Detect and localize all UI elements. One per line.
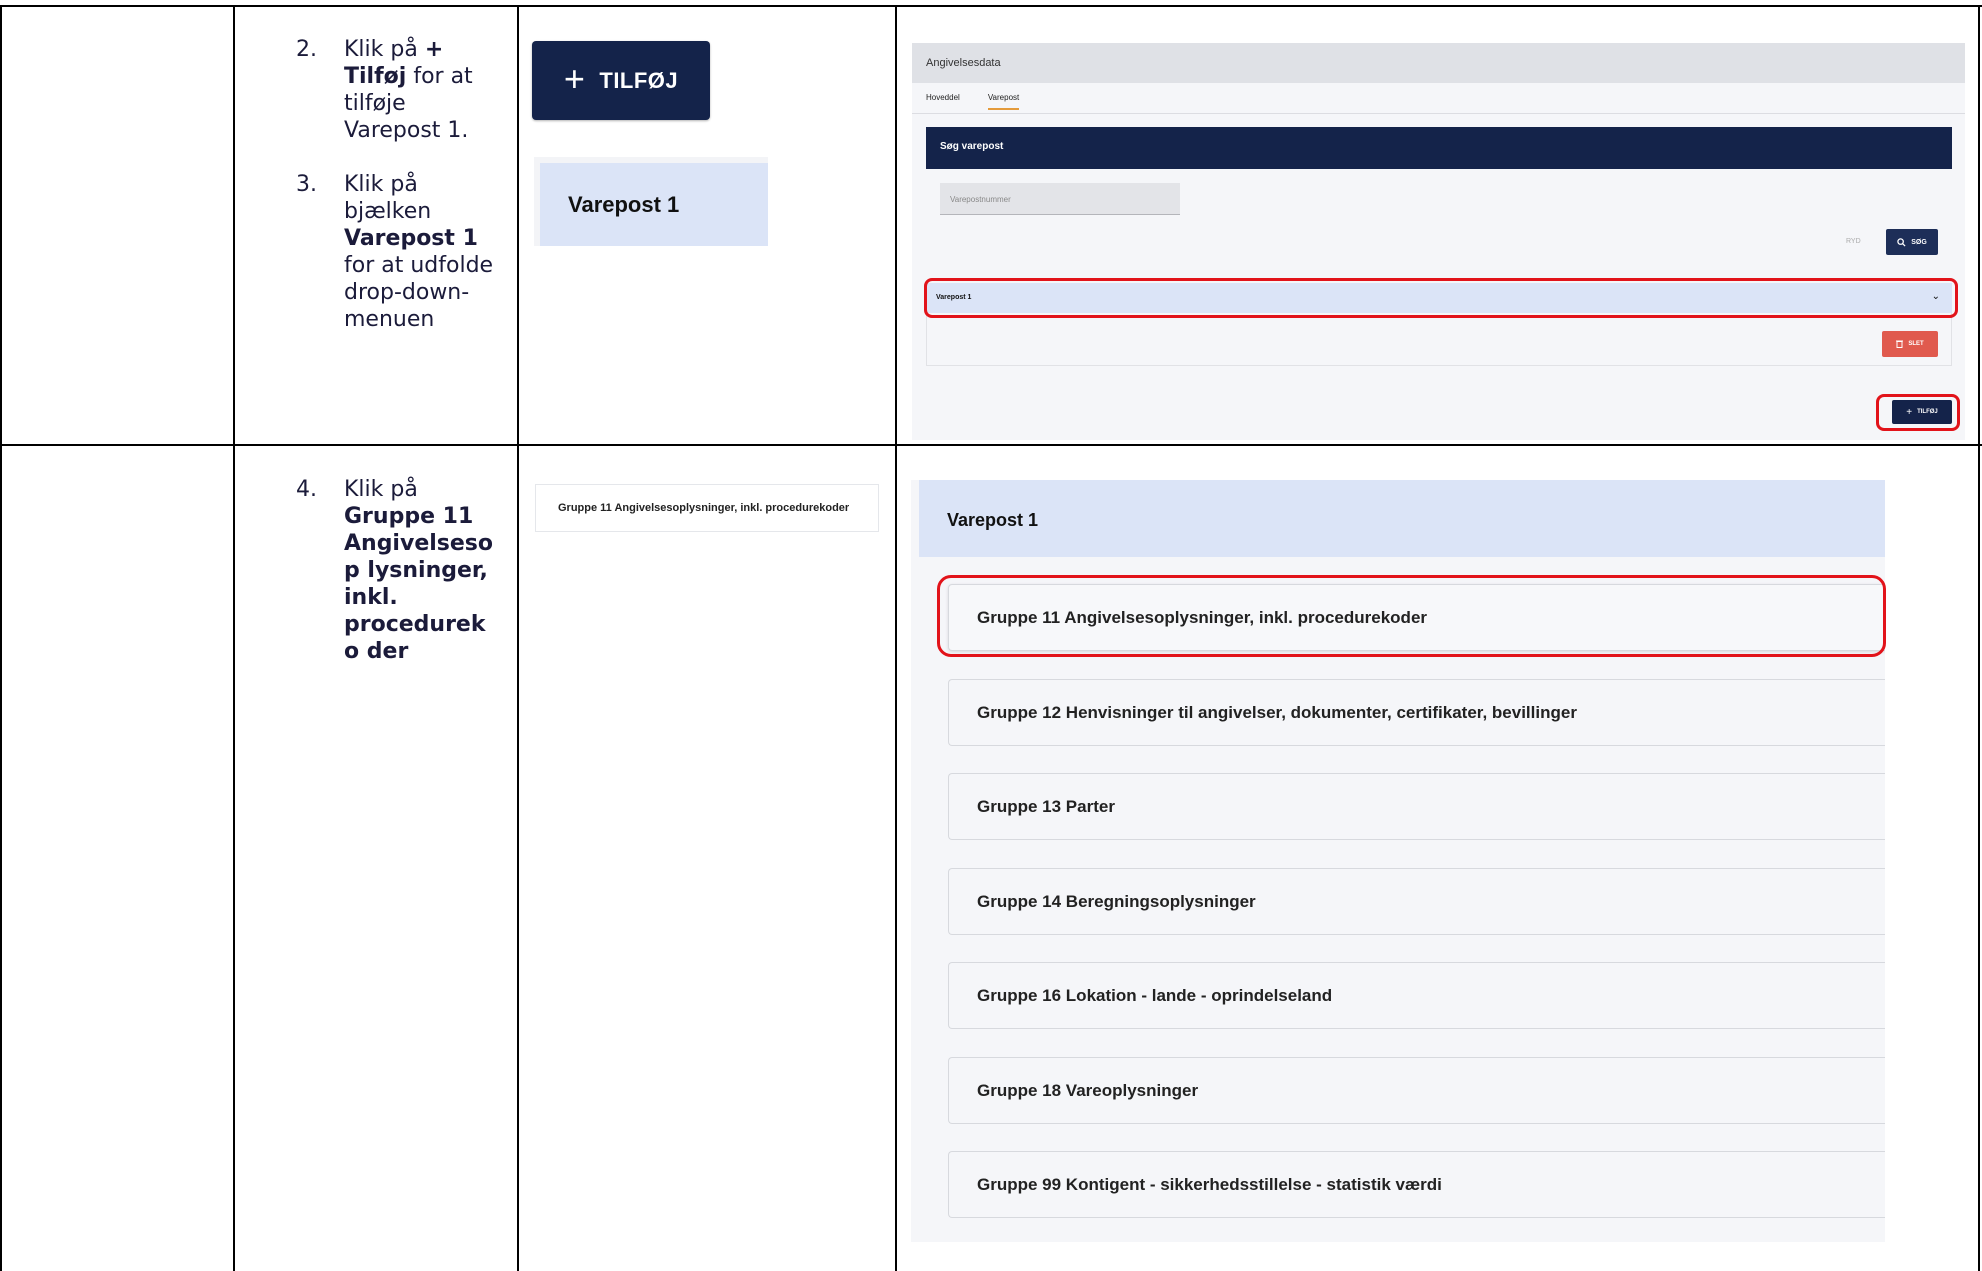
slet-label: SLET [1908, 341, 1924, 347]
group-item-99[interactable]: Gruppe 99 Kontigent - sikkerhedsstillels… [948, 1151, 1885, 1218]
steps-row-1: 2. Klik på + Tilføj for at tilføje Varep… [296, 36, 494, 360]
table-col-divider-3 [895, 5, 897, 1271]
step-number: 4. [296, 477, 317, 502]
ryd-button[interactable]: RYD [1846, 238, 1861, 245]
step-text-bold: Varepost 1 [344, 226, 478, 251]
search-icon [1897, 237, 1906, 247]
varepost-1-header[interactable]: Varepost 1 [919, 480, 1885, 557]
sog-button[interactable]: SØG [1886, 229, 1938, 255]
step-text-post: for at udfolde drop-down-menuen [344, 253, 494, 332]
step-text: Klik på bjælken Varepost 1 for at udfold… [344, 171, 494, 333]
varepost-1-body [926, 313, 1952, 366]
group-item-14[interactable]: Gruppe 14 Beregningsoplysninger [948, 868, 1885, 935]
steps-row-2: 4. Klik på Gruppe 11 Angivelsesop lysnin… [296, 476, 494, 692]
search-section-header: Søg varepost [926, 127, 1952, 169]
table-col-divider-2 [517, 5, 519, 1271]
tab-hoveddel[interactable]: Hoveddel [926, 93, 960, 110]
step-text-bold: Gruppe 11 Angivelsesop lysninger, inkl. … [344, 504, 494, 664]
step-4: 4. Klik på Gruppe 11 Angivelsesop lysnin… [296, 476, 494, 665]
step-3: 3. Klik på bjælken Varepost 1 for at udf… [296, 171, 494, 333]
group-item-13[interactable]: Gruppe 13 Parter [948, 773, 1885, 840]
plus-icon: + [563, 57, 586, 99]
group-item-18[interactable]: Gruppe 18 Vareoplysninger [948, 1057, 1885, 1124]
page-title: Angivelsesdata [912, 43, 1965, 83]
tilfoj-button-snippet[interactable]: + TILFØJ [532, 41, 710, 120]
varepost-bar-snippet[interactable]: Varepost 1 [534, 157, 768, 246]
step-number: 3. [296, 172, 317, 197]
step-text-pre: Klik på [344, 477, 418, 502]
table-col-divider-1 [233, 5, 235, 1271]
table-row-divider [0, 444, 1982, 446]
table-top-border [0, 5, 1982, 7]
slet-button[interactable]: SLET [1882, 331, 1938, 357]
step-number: 2. [296, 37, 317, 62]
varepostnummer-input[interactable]: Varepostnummer [940, 183, 1180, 215]
highlight-gruppe-11 [937, 575, 1886, 657]
group-item-16[interactable]: Gruppe 16 Lokation - lande - oprindelsel… [948, 962, 1885, 1029]
tilfoj-label: TILFØJ [599, 67, 679, 93]
step-text-pre: Klik på [344, 37, 425, 62]
tab-bar: Hoveddel Varepost [926, 93, 1020, 110]
tab-varepost[interactable]: Varepost [987, 93, 1020, 110]
step-text: Klik på Gruppe 11 Angivelsesop lysninger… [344, 476, 494, 665]
step-text: Klik på + Tilføj for at tilføje Varepost… [344, 36, 494, 144]
gruppe-11-snippet[interactable]: Gruppe 11 Angivelsesoplysninger, inkl. p… [535, 484, 879, 532]
highlight-tilfoj-button [1876, 394, 1960, 431]
highlight-varepost-1 [924, 278, 1958, 318]
tab-underline [912, 113, 1965, 114]
step-text-pre: Klik på bjælken [344, 172, 432, 224]
sog-label: SØG [1911, 238, 1927, 246]
trash-icon [1896, 340, 1904, 348]
angivelsesdata-screenshot: Angivelsesdata Hoveddel Varepost Søg var… [912, 43, 1965, 440]
step-2: 2. Klik på + Tilføj for at tilføje Varep… [296, 36, 494, 144]
table-left-border [0, 5, 2, 1271]
table-right-border [1978, 5, 1980, 1271]
varepost-label: Varepost 1 [540, 163, 768, 246]
group-item-12[interactable]: Gruppe 12 Henvisninger til angivelser, d… [948, 679, 1885, 746]
